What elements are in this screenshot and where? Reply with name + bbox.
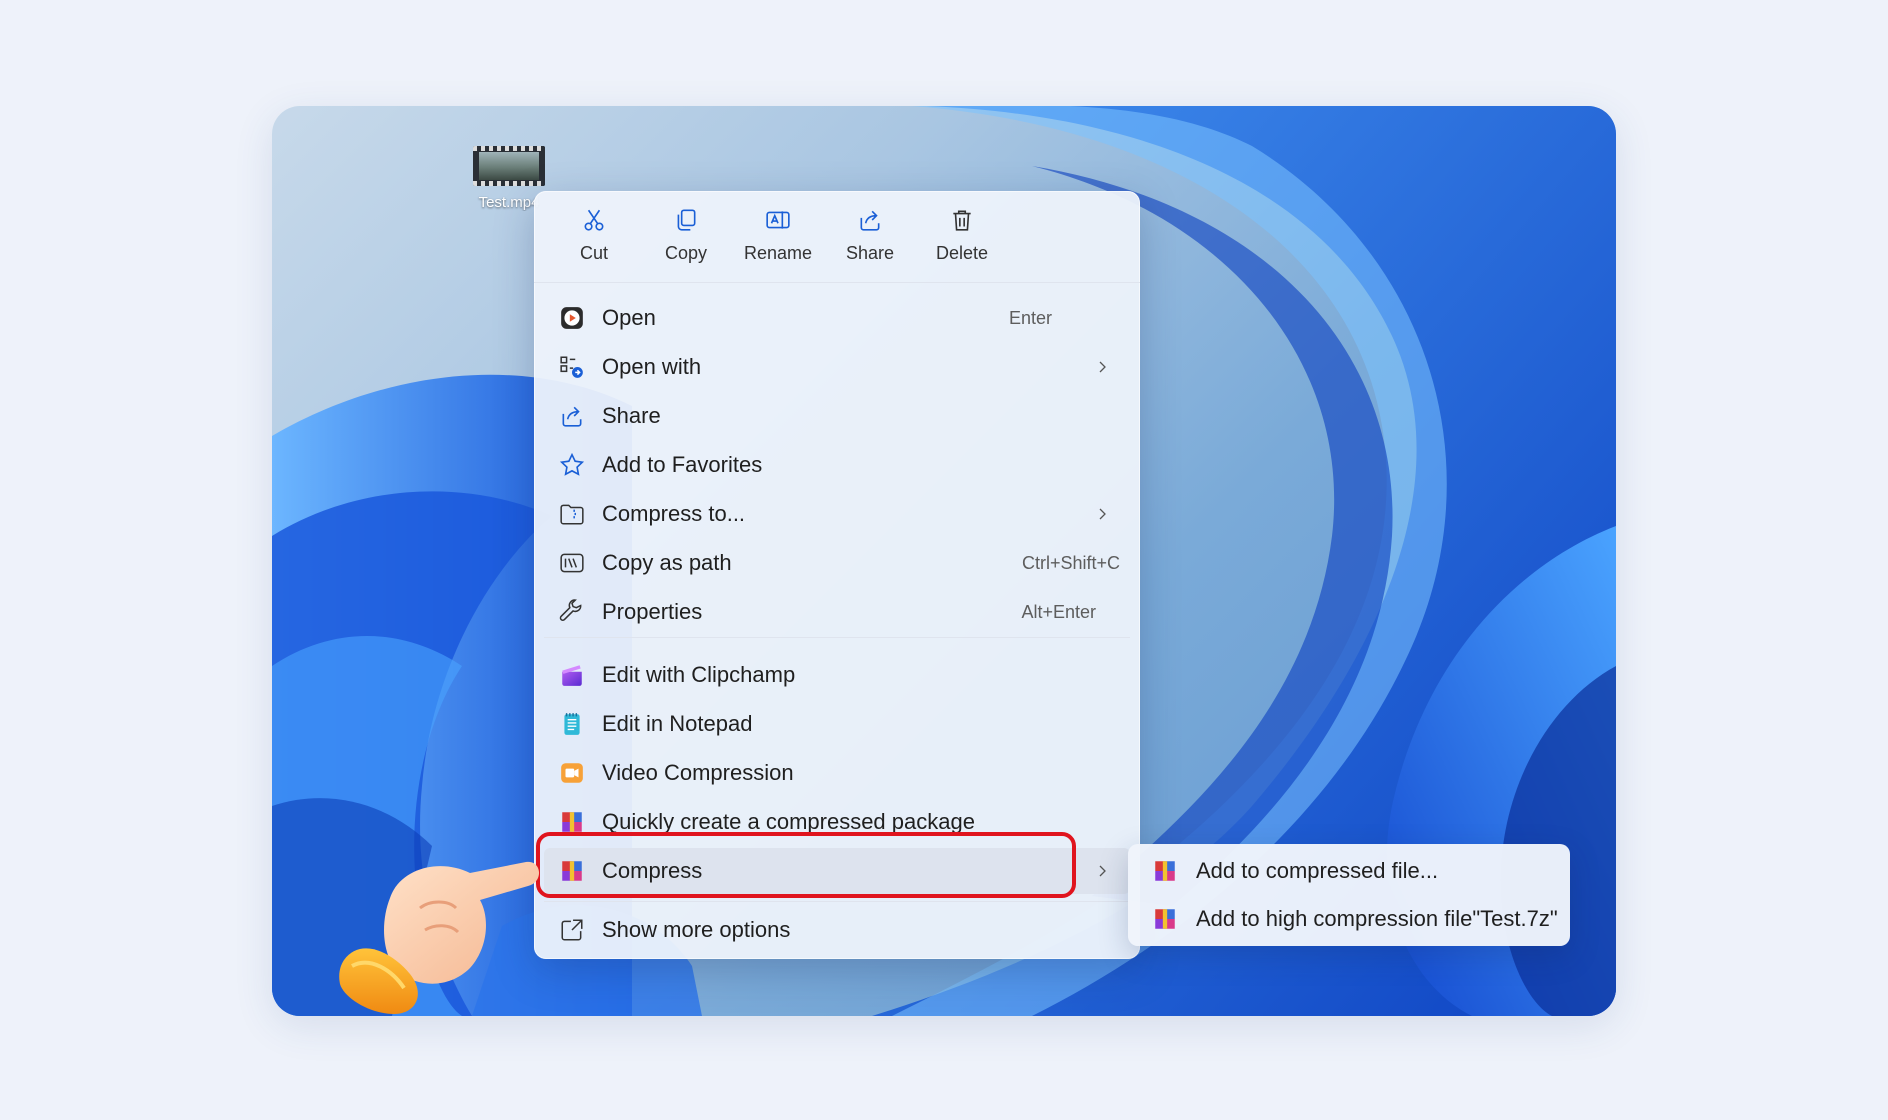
- zip-folder-icon: [558, 500, 586, 528]
- menu-item-label: Compress to...: [602, 501, 746, 526]
- menu-item-compress-to[interactable]: Compress to...: [544, 491, 1130, 537]
- menu-item-quick-compress[interactable]: Quickly create a compressed package: [544, 799, 1130, 845]
- submenu-item-label: Add to high compression file"Test.7z": [1196, 906, 1558, 931]
- menu-divider: [544, 637, 1130, 638]
- copy-label: Copy: [664, 243, 708, 263]
- notepad-icon: [558, 710, 586, 738]
- menu-item-compress[interactable]: Compress: [544, 848, 1130, 894]
- wrench-icon: [558, 598, 586, 626]
- menu-item-label: Quickly create a compressed package: [602, 809, 975, 834]
- archive-icon: [1155, 861, 1175, 881]
- menu-item-label: Open with: [602, 354, 702, 379]
- share-icon: [558, 402, 586, 430]
- trash-icon: [953, 210, 971, 231]
- share-button[interactable]: Share: [824, 207, 916, 282]
- archive-icon: [1155, 909, 1175, 929]
- menu-item-show-more-options[interactable]: Show more options: [544, 907, 1130, 953]
- menu-item-label: Open: [602, 305, 656, 330]
- shortcut-label: Ctrl+Shift+C: [1021, 552, 1120, 573]
- submenu-item-add-to-high-compression[interactable]: Add to high compression file"Test.7z": [1134, 896, 1564, 942]
- rename-button[interactable]: Rename: [732, 207, 824, 282]
- menu-item-open[interactable]: Open Enter: [544, 295, 1130, 341]
- share-icon: [860, 210, 880, 231]
- menu-item-label: Show more options: [602, 917, 791, 942]
- menu-item-video-compression[interactable]: Video Compression: [544, 750, 1130, 796]
- copy-button[interactable]: Copy: [640, 207, 732, 282]
- video-thumbnail-icon: [473, 146, 545, 186]
- menu-item-label: Properties: [602, 599, 703, 624]
- menu-item-label: Copy as path: [602, 550, 732, 575]
- rename-label: Rename: [743, 243, 813, 263]
- menu-item-label: Edit with Clipchamp: [602, 662, 796, 687]
- delete-button[interactable]: Delete: [916, 207, 1008, 282]
- chevron-right-icon: [1099, 508, 1106, 520]
- expand-icon: [558, 916, 586, 944]
- menu-item-open-with[interactable]: Open with: [544, 344, 1130, 390]
- menu-item-properties[interactable]: Properties Alt+Enter: [544, 589, 1130, 635]
- chevron-right-icon: [1099, 865, 1106, 877]
- menu-item-label: Compress: [602, 858, 703, 883]
- copy-icon: [677, 209, 696, 231]
- shortcut-label: Alt+Enter: [1021, 601, 1096, 622]
- menu-item-label: Share: [602, 403, 661, 428]
- compress-submenu: Add to compressed file... Add to high co…: [1128, 844, 1570, 946]
- menu-item-label: Edit in Notepad: [602, 711, 753, 736]
- share-label: Share: [845, 243, 895, 263]
- menu-item-share[interactable]: Share: [544, 393, 1130, 439]
- context-menu: Cut Copy Rename Share Delete Open Enter …: [534, 191, 1140, 959]
- rename-icon: [766, 211, 790, 229]
- chevron-right-icon: [1099, 361, 1106, 373]
- archive-icon: [558, 808, 586, 836]
- menu-item-add-to-favorites[interactable]: Add to Favorites: [544, 442, 1130, 488]
- shortcut-label: Enter: [1008, 307, 1052, 328]
- cut-label: Cut: [579, 243, 608, 263]
- pointing-hand-icon: [339, 861, 540, 1014]
- clipchamp-icon: [558, 661, 586, 689]
- menu-item-edit-in-notepad[interactable]: Edit in Notepad: [544, 701, 1130, 747]
- menu-item-label: Add to Favorites: [602, 452, 763, 477]
- submenu-item-add-to-compressed-file[interactable]: Add to compressed file...: [1134, 848, 1564, 894]
- archive-icon: [558, 857, 586, 885]
- play-icon: [558, 304, 586, 332]
- menu-item-label: Video Compression: [602, 760, 794, 785]
- path-icon: [558, 549, 586, 577]
- cut-button[interactable]: Cut: [548, 207, 640, 282]
- menu-divider: [544, 901, 1130, 902]
- quick-actions-bar: Cut Copy Rename Share Delete: [534, 191, 1140, 283]
- menu-item-copy-as-path[interactable]: Copy as path Ctrl+Shift+C: [544, 540, 1130, 586]
- star-icon: [558, 451, 586, 479]
- scissors-icon: [584, 209, 604, 231]
- delete-label: Delete: [935, 243, 989, 263]
- open-with-icon: [558, 353, 586, 381]
- video-compress-icon: [558, 759, 586, 787]
- submenu-item-label: Add to compressed file...: [1196, 858, 1439, 883]
- menu-item-edit-with-clipchamp[interactable]: Edit with Clipchamp: [544, 652, 1130, 698]
